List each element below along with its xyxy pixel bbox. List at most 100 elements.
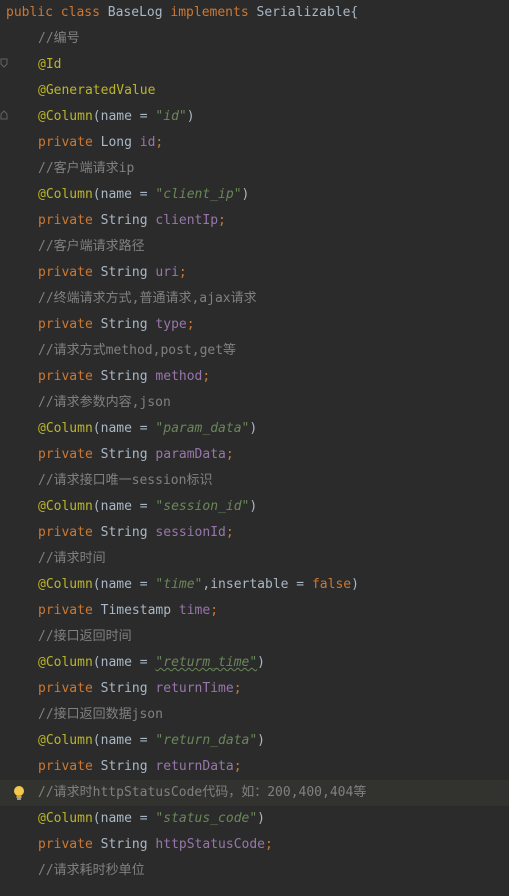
code-line[interactable]: //请求时httpStatusCode代码，如：200,400,404等 bbox=[0, 780, 509, 806]
code-content: //客户端请求路径 bbox=[38, 234, 145, 260]
keyword-false: false bbox=[311, 577, 352, 592]
code-line[interactable]: //编号 bbox=[0, 26, 509, 52]
lightbulb-icon[interactable] bbox=[12, 785, 26, 801]
code-content: private String paramData; bbox=[38, 442, 234, 468]
code-line[interactable]: @Column(name = "client_ip") bbox=[0, 182, 509, 208]
class-name: BaseLog bbox=[107, 5, 163, 20]
code-content: //请求时间 bbox=[38, 546, 106, 572]
type-name: String bbox=[100, 447, 148, 462]
annotation: @GeneratedValue bbox=[38, 83, 156, 98]
code-line[interactable]: //请求耗时秒单位 bbox=[0, 858, 509, 884]
code-line[interactable]: @Column(name = "time",insertable = false… bbox=[0, 572, 509, 598]
semicolon: ; bbox=[210, 603, 219, 618]
code-line[interactable]: @Column(name = "status_code") bbox=[0, 806, 509, 832]
code-line[interactable]: @GeneratedValue bbox=[0, 78, 509, 104]
semicolon: ; bbox=[202, 369, 211, 384]
type-name: String bbox=[100, 759, 148, 774]
code-line[interactable]: //客户端请求ip bbox=[0, 156, 509, 182]
semicolon: ; bbox=[265, 837, 273, 852]
keyword-private: private bbox=[38, 759, 93, 774]
field-name: uri bbox=[155, 265, 179, 280]
code-line[interactable]: private String method; bbox=[0, 364, 509, 390]
keyword-private: private bbox=[38, 837, 93, 852]
code-line[interactable]: private String sessionId; bbox=[0, 520, 509, 546]
code-content: @Id bbox=[38, 52, 61, 78]
field-name: clientIp bbox=[155, 213, 219, 228]
code-line[interactable]: //请求接口唯一session标识 bbox=[0, 468, 509, 494]
code-line[interactable]: //接口返回数据json bbox=[0, 702, 509, 728]
code-content: //接口返回时间 bbox=[38, 624, 132, 650]
code-content: //请求时httpStatusCode代码，如：200,400,404等 bbox=[38, 780, 366, 806]
code-line[interactable]: private String returnTime; bbox=[0, 676, 509, 702]
code-line[interactable]: private Timestamp time; bbox=[0, 598, 509, 624]
code-line[interactable]: @Id bbox=[0, 52, 509, 78]
code-line[interactable]: private String paramData; bbox=[0, 442, 509, 468]
type-name: Timestamp bbox=[100, 603, 172, 618]
code-line[interactable]: //接口返回时间 bbox=[0, 624, 509, 650]
close-paren: ) bbox=[351, 577, 359, 592]
type-name: String bbox=[100, 213, 148, 228]
field-name: time bbox=[178, 603, 211, 618]
semicolon: ; bbox=[233, 681, 242, 696]
code-line[interactable]: private String httpStatusCode; bbox=[0, 832, 509, 858]
annotation: @Column bbox=[38, 499, 93, 514]
keyword-implements: implements bbox=[170, 5, 249, 20]
code-line[interactable]: //客户端请求路径 bbox=[0, 234, 509, 260]
code-content: private String httpStatusCode; bbox=[38, 832, 273, 858]
field-name: method bbox=[155, 369, 203, 384]
code-content: //接口返回数据json bbox=[38, 702, 163, 728]
keyword-class: class bbox=[60, 5, 100, 20]
annotation-params: (name = bbox=[92, 577, 156, 592]
close-paren: ) bbox=[257, 733, 265, 748]
code-line[interactable]: //请求参数内容,json bbox=[0, 390, 509, 416]
keyword-public: public bbox=[6, 5, 53, 20]
comment: //请求时间 bbox=[38, 551, 106, 566]
type-name: String bbox=[100, 317, 148, 332]
code-line[interactable]: //请求时间 bbox=[0, 546, 509, 572]
code-line[interactable]: private Long id; bbox=[0, 130, 509, 156]
semicolon: ; bbox=[218, 213, 226, 228]
keyword-private: private bbox=[38, 369, 93, 384]
annotation-params: (name = bbox=[92, 811, 156, 826]
comment: //请求接口唯一session标识 bbox=[38, 473, 213, 488]
annotation: @Column bbox=[38, 109, 93, 124]
comment: //请求方式method,post,get等 bbox=[38, 343, 237, 358]
code-content: private String clientIp; bbox=[38, 208, 226, 234]
code-content: //客户端请求ip bbox=[38, 156, 134, 182]
code-content: @Column(name = "client_ip") bbox=[38, 182, 249, 208]
code-content: @Column(name = "status_code") bbox=[38, 806, 265, 832]
keyword-private: private bbox=[38, 447, 93, 462]
type-name: String bbox=[100, 837, 148, 852]
code-content: //请求方式method,post,get等 bbox=[38, 338, 236, 364]
code-line[interactable]: @Column(name = "param_data") bbox=[0, 416, 509, 442]
keyword-private: private bbox=[38, 135, 93, 150]
annotation-extra-param: ,insertable = bbox=[202, 577, 312, 592]
close-paren: ) bbox=[186, 109, 195, 124]
code-content: private String type; bbox=[38, 312, 195, 338]
field-name: sessionId bbox=[155, 525, 226, 540]
code-line[interactable]: //请求方式method,post,get等 bbox=[0, 338, 509, 364]
code-line[interactable]: //终端请求方式,普通请求,ajax请求 bbox=[0, 286, 509, 312]
code-content: @Column(name = "return_data") bbox=[38, 728, 265, 754]
string-literal: "param_data" bbox=[155, 421, 250, 436]
annotation: @Id bbox=[38, 57, 62, 72]
code-content: //请求接口唯一session标识 bbox=[38, 468, 212, 494]
code-line[interactable]: @Column(name = "session_id") bbox=[0, 494, 509, 520]
code-content: private String returnData; bbox=[38, 754, 242, 780]
code-line[interactable]: @Column(name = "returm_time") bbox=[0, 650, 509, 676]
code-line[interactable]: @Column(name = "id") bbox=[0, 104, 509, 130]
code-line[interactable]: private String clientIp; bbox=[0, 208, 509, 234]
code-line-class-decl[interactable]: public class BaseLog implements Serializ… bbox=[0, 0, 509, 26]
code-content: //请求参数内容,json bbox=[38, 390, 171, 416]
code-line[interactable]: private String uri; bbox=[0, 260, 509, 286]
code-line[interactable]: private String type; bbox=[0, 312, 509, 338]
comment: //终端请求方式,普通请求,ajax请求 bbox=[38, 291, 257, 306]
annotation-params: (name = bbox=[92, 421, 156, 436]
string-literal: "returm_time" bbox=[155, 655, 258, 670]
code-editor[interactable]: public class BaseLog implements Serializ… bbox=[0, 0, 509, 896]
code-line[interactable]: @Column(name = "return_data") bbox=[0, 728, 509, 754]
field-name: id bbox=[139, 135, 156, 150]
code-line[interactable]: private String returnData; bbox=[0, 754, 509, 780]
open-brace: { bbox=[350, 5, 359, 20]
code-content: private String returnTime; bbox=[38, 676, 242, 702]
